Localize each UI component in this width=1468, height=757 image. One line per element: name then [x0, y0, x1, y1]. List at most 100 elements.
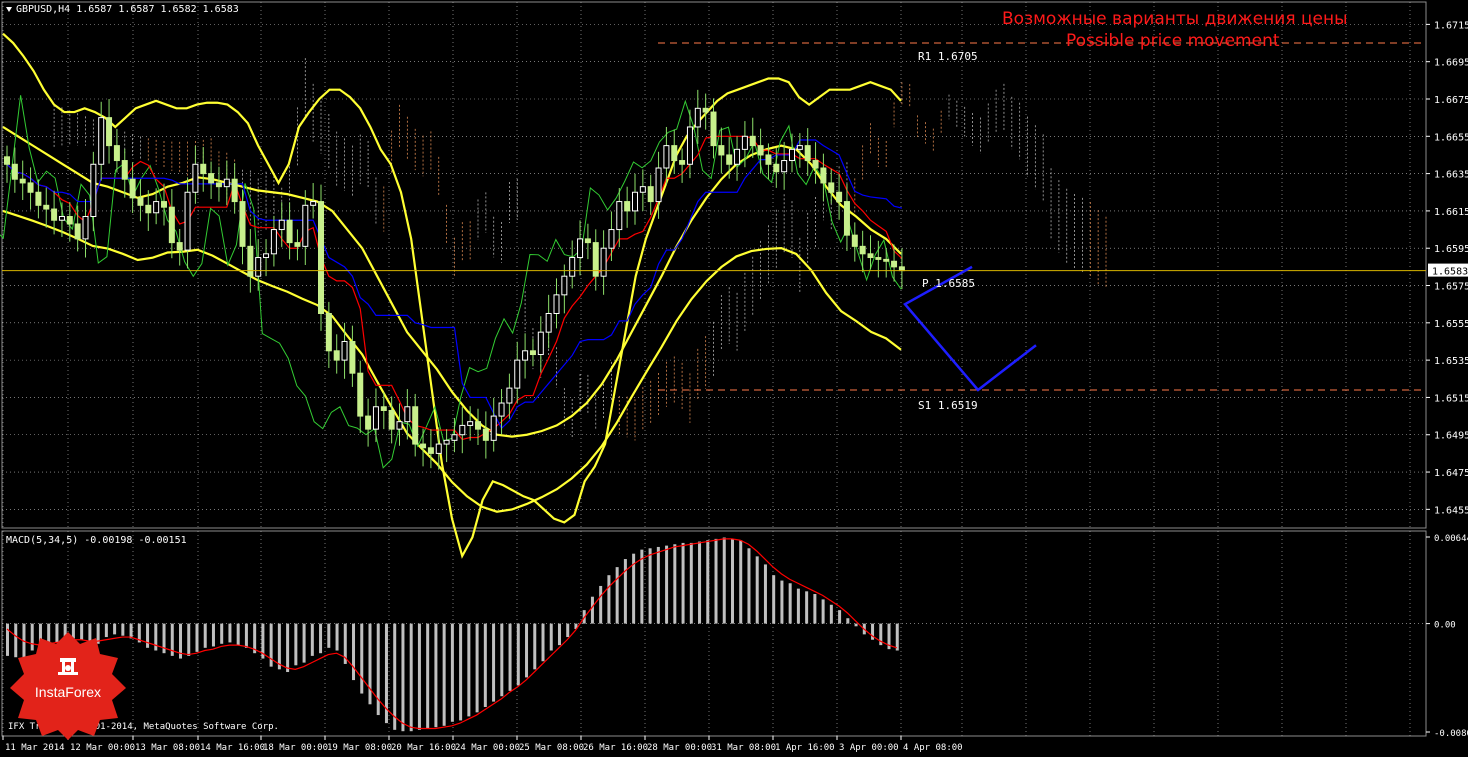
x-tick-label: 4 Apr 08:00 — [903, 743, 963, 753]
pivot-level-label: P 1.6585 — [922, 277, 975, 290]
x-tick-label: 26 Mar 16:00 — [583, 743, 648, 753]
chart-canvas[interactable]: 1.6715 1.6695 1.6675 1.6655 1.6635 1.6615 1.65… — [0, 0, 1468, 753]
y-tick-label: 1.6475 — [1434, 468, 1468, 479]
candle-body — [883, 258, 890, 262]
candle-body — [514, 359, 521, 389]
candle-body — [19, 178, 26, 184]
macd-histogram-bar — [426, 623, 430, 729]
candle-body — [836, 191, 843, 203]
candle-body — [773, 163, 780, 173]
macd-histogram-bar — [648, 548, 652, 624]
candle-body — [522, 350, 529, 361]
candle-body — [482, 428, 489, 441]
macd-plot-frame — [1, 530, 1427, 737]
candle-body — [734, 148, 741, 165]
candle-body — [310, 201, 317, 206]
s1-level-label: S1 1.6519 — [918, 399, 978, 412]
bollinger-upper-band — [2, 32, 902, 559]
candle-body — [121, 160, 128, 180]
candle-body — [145, 204, 152, 214]
candle-body — [341, 340, 348, 361]
y-tick-label: 1.6595 — [1434, 244, 1468, 255]
macd-histogram-bar — [730, 538, 734, 624]
candle-body — [43, 204, 50, 210]
candle-body — [35, 191, 42, 206]
x-tick-label: 11 Mar 2014 — [5, 743, 65, 753]
y-tick-label: 1.6555 — [1434, 319, 1468, 330]
macd-histogram-bar — [698, 541, 702, 624]
macd-histogram-bar — [714, 538, 718, 624]
macd-histogram-bar — [829, 604, 833, 624]
candle-body — [161, 201, 167, 208]
macd-histogram-bar — [796, 588, 800, 624]
macd-histogram-bar — [722, 537, 726, 624]
macd-histogram-bar — [541, 623, 545, 662]
chart-window[interactable]: 1.6715 1.6695 1.6675 1.6655 1.6635 1.6615 1.65… — [0, 0, 1468, 753]
x-tick-label: 24 Mar 00:00 — [455, 743, 520, 753]
candle-body — [875, 257, 882, 260]
title-english: Possible price movement — [1066, 31, 1280, 51]
candle-body — [318, 201, 324, 314]
macd-histogram-bar — [401, 623, 405, 732]
candle-body — [726, 154, 733, 165]
candle-body — [263, 253, 270, 259]
logo-text: InstaForex — [35, 684, 101, 700]
y-tick-label: 1.6655 — [1434, 132, 1468, 143]
candle-body — [804, 145, 811, 162]
x-tick-label: 25 Mar 08:00 — [519, 743, 584, 753]
candle-body — [828, 182, 835, 193]
candle-body — [553, 294, 560, 314]
dropdown-icon[interactable] — [6, 6, 12, 12]
candle-body — [4, 156, 10, 165]
macd-histogram-bar — [525, 623, 529, 678]
macd-histogram-bar — [450, 623, 454, 722]
candle-body — [129, 178, 136, 199]
macd-histogram-bar — [854, 623, 858, 627]
candle-body — [231, 178, 238, 203]
macd-histogram-bar — [681, 542, 685, 624]
macd-histogram-bar — [409, 623, 413, 732]
ichimoku-kijun-line — [6, 139, 903, 430]
candle-body — [58, 216, 65, 221]
macd-histogram-bar — [656, 546, 660, 624]
macd-histogram-bar — [739, 540, 743, 624]
candle-body — [255, 257, 262, 277]
macd-histogram-bar — [195, 623, 199, 652]
macd-histogram-bar — [673, 544, 677, 624]
macd-histogram-bar — [846, 618, 850, 624]
candle-body — [184, 191, 191, 251]
macd-histogram-bar — [665, 545, 669, 624]
candle-body — [475, 421, 481, 430]
candle-body — [51, 208, 58, 221]
macd-histogram-bar — [747, 548, 751, 624]
candle-body — [757, 145, 764, 156]
x-tick-label: 28 Mar 00:00 — [647, 743, 712, 753]
y-tick-label: 1.6615 — [1434, 207, 1468, 218]
candle-body — [239, 201, 246, 247]
macd-histogram-bar — [821, 599, 825, 624]
candle-body — [710, 111, 717, 147]
bollinger-lower-band — [2, 209, 902, 513]
candle-body — [584, 238, 591, 244]
y-tick-label: 1.6575 — [1434, 282, 1468, 293]
candle-body — [286, 219, 293, 244]
candle-body — [90, 163, 97, 218]
candle-body — [176, 242, 183, 251]
macd-histogram-bar — [129, 623, 133, 639]
macd-histogram-bar — [895, 623, 899, 651]
title-russian: Возможные варианты движения цены — [1002, 9, 1348, 29]
candle-body — [781, 160, 788, 173]
candle-body — [420, 443, 427, 449]
candle-body — [208, 173, 215, 184]
macd-histogram-bar — [599, 585, 603, 624]
candle-body — [215, 182, 222, 188]
candle-body — [325, 312, 332, 352]
macd-histogram-bar — [236, 623, 240, 646]
candle-body — [537, 331, 544, 356]
macd-histogram-bar — [500, 623, 504, 697]
candle-body — [639, 186, 646, 193]
macd-histogram-bar — [154, 623, 158, 651]
candle-body — [851, 234, 858, 247]
candle-body — [891, 260, 898, 268]
candle-body — [435, 443, 442, 454]
